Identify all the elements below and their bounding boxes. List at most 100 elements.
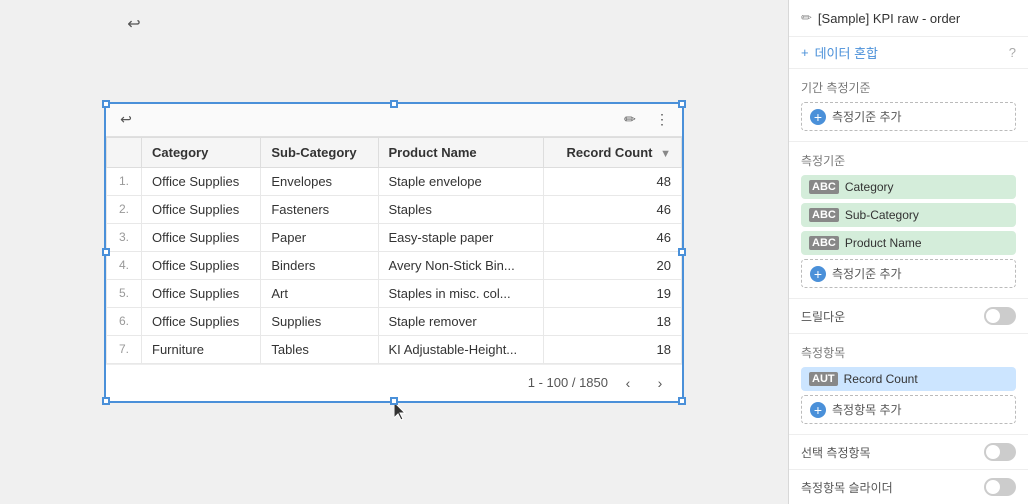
prev-page-button[interactable]: ‹ [616,371,640,395]
measure-slider-toggle[interactable] [984,478,1016,496]
table-header-row: Category Sub-Category Product Name Recor… [107,137,682,167]
cell-count: 46 [543,223,681,251]
cell-count: 18 [543,307,681,335]
cell-product: KI Adjustable-Height... [378,335,543,363]
cell-subcategory: Art [261,279,378,307]
chip-record-count-name: Record Count [844,372,918,386]
chip-category[interactable]: ABC Category [801,175,1016,199]
cell-product: Staples [378,195,543,223]
handle-br[interactable] [678,397,686,405]
cursor-icon [394,402,412,424]
selected-measure-row: 선택 측정항목 [789,435,1028,469]
right-panel: ✏ [Sample] KPI raw - order + 데이터 혼합 ? 기간… [788,0,1028,504]
measure-section-title: 측정항목 [801,344,1016,361]
cell-num: 5. [107,279,142,307]
measure-slider-label: 측정항목 슬라이더 [801,479,893,496]
selected-measure-toggle[interactable] [984,443,1016,461]
chip-record-count-type: AUT [809,372,838,386]
widget-toolbar: ↩ ✏ ⋮ [106,104,682,137]
toolbar-left: ↩ [114,108,138,132]
undo-button[interactable]: ↩ [114,108,138,132]
table-row: 3. Office Supplies Paper Easy-staple pap… [107,223,682,251]
data-mix-plus-icon: + [801,45,809,60]
pagination-info: 1 - 100 / 1850 [528,375,608,390]
add-period-button[interactable]: + 측정기준 추가 [801,102,1016,131]
undo-area: ↩ [120,10,148,38]
table-row: 4. Office Supplies Binders Avery Non-Sti… [107,251,682,279]
col-header-num [107,137,142,167]
table-widget: ↩ ✏ ⋮ Category Sub-Category P [104,102,684,403]
cell-product: Avery Non-Stick Bin... [378,251,543,279]
cell-count: 18 [543,335,681,363]
chip-subcategory-type: ABC [809,208,839,222]
more-button[interactable]: ⋮ [650,108,674,132]
next-page-button[interactable]: › [648,371,672,395]
add-period-plus-icon: + [810,109,826,125]
table-body: 1. Office Supplies Envelopes Staple enve… [107,167,682,363]
measure-section: 측정항목 AUT Record Count + 측정항목 추가 [789,334,1028,435]
cell-num: 3. [107,223,142,251]
chip-product-type: ABC [809,236,839,250]
period-section: 기간 측정기준 + 측정기준 추가 [789,69,1028,142]
chip-subcategory-name: Sub-Category [845,208,919,222]
cell-count: 20 [543,251,681,279]
drill-down-label: 드릴다운 [801,308,845,325]
data-table: Category Sub-Category Product Name Recor… [106,137,682,364]
handle-ml[interactable] [102,248,110,256]
chip-product-name[interactable]: ABC Product Name [801,231,1016,255]
cell-subcategory: Paper [261,223,378,251]
handle-tr[interactable] [678,100,686,108]
data-mix-button[interactable]: + 데이터 혼합 ? [789,37,1028,69]
data-mix-label: 데이터 혼합 [815,43,878,62]
cell-category: Office Supplies [142,251,261,279]
col-header-category[interactable]: Category [142,137,261,167]
cell-count: 19 [543,279,681,307]
cell-num: 6. [107,307,142,335]
table-row: 6. Office Supplies Supplies Staple remov… [107,307,682,335]
question-icon[interactable]: ? [1009,45,1016,60]
dimension-section: 측정기준 ABC Category ABC Sub-Category ABC P… [789,142,1028,299]
handle-bm[interactable] [390,397,398,405]
chip-subcategory[interactable]: ABC Sub-Category [801,203,1016,227]
undo-icon[interactable]: ↩ [127,14,140,34]
drill-down-toggle[interactable] [984,307,1016,325]
cell-product: Staple remover [378,307,543,335]
add-measure-button[interactable]: + 측정항목 추가 [801,395,1016,424]
table-row: 7. Furniture Tables KI Adjustable-Height… [107,335,682,363]
dataset-title: [Sample] KPI raw - order [818,11,960,26]
cell-category: Office Supplies [142,223,261,251]
table-row: 2. Office Supplies Fasteners Staples 46 [107,195,682,223]
measure-slider-row: 측정항목 슬라이더 [789,470,1028,504]
cell-count: 46 [543,195,681,223]
cell-num: 4. [107,251,142,279]
cell-count: 48 [543,167,681,195]
cell-num: 1. [107,167,142,195]
chip-record-count[interactable]: AUT Record Count [801,367,1016,391]
period-section-title: 기간 측정기준 [801,79,1016,96]
dimension-section-title: 측정기준 [801,152,1016,169]
col-header-record-count[interactable]: Record Count ▼ [543,137,681,167]
add-measure-label: 측정항목 추가 [832,401,902,418]
handle-mr[interactable] [678,248,686,256]
chip-category-type: ABC [809,180,839,194]
add-period-label: 측정기준 추가 [832,108,902,125]
table-row: 5. Office Supplies Art Staples in misc. … [107,279,682,307]
pagination-row: 1 - 100 / 1850 ‹ › [106,364,682,401]
handle-bl[interactable] [102,397,110,405]
sort-icon: ▼ [660,148,671,160]
edit-button[interactable]: ✏ [618,108,642,132]
selected-measure-label: 선택 측정항목 [801,444,871,461]
cell-category: Furniture [142,335,261,363]
pencil-icon: ✏ [801,10,812,26]
col-header-subcategory[interactable]: Sub-Category [261,137,378,167]
chip-product-name-label: Product Name [845,236,922,250]
col-header-product[interactable]: Product Name [378,137,543,167]
table-row: 1. Office Supplies Envelopes Staple enve… [107,167,682,195]
toolbar-right: ✏ ⋮ [618,108,674,132]
cell-num: 2. [107,195,142,223]
cell-category: Office Supplies [142,307,261,335]
add-dimension-button[interactable]: + 측정기준 추가 [801,259,1016,288]
handle-tl[interactable] [102,100,110,108]
handle-tm[interactable] [390,100,398,108]
cell-num: 7. [107,335,142,363]
